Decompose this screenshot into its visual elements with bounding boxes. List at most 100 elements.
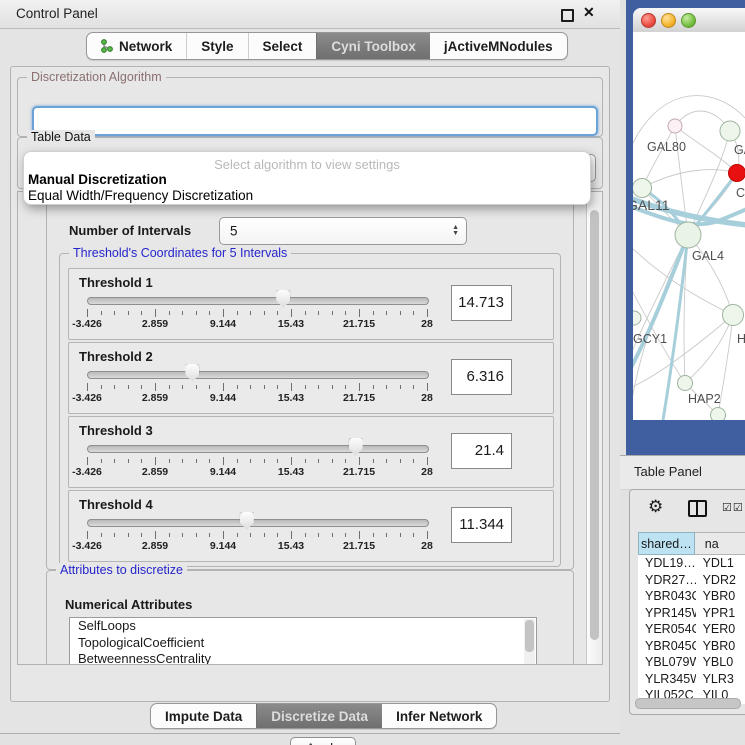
cell: YLR3 xyxy=(696,671,745,688)
slider-thumb[interactable] xyxy=(276,290,290,308)
mac-close-button-icon[interactable] xyxy=(641,13,656,28)
threshold-4-slider[interactable] xyxy=(87,519,429,527)
slider-ticks xyxy=(87,383,427,391)
control-panel-titlebar: Control Panel ✕ xyxy=(0,0,620,29)
cell: YDL19… xyxy=(638,555,696,572)
table-row[interactable]: YDL19… YDL1 xyxy=(638,555,745,572)
node-gcy1 xyxy=(633,311,641,325)
node-label-hap2: HAP2 xyxy=(688,392,721,406)
network-window-titlebar[interactable] xyxy=(633,8,745,33)
slider-thumb[interactable] xyxy=(185,364,199,382)
mac-zoom-button-icon[interactable] xyxy=(681,13,696,28)
cell: YBL079W xyxy=(638,654,696,671)
threshold-4-card: Threshold 4 -3.4262.8599.14415.4321.7152… xyxy=(68,490,554,562)
scrollbar-thumb[interactable] xyxy=(590,210,599,640)
tab-label: Network xyxy=(119,39,172,54)
spinner-arrows-icon: ▲▼ xyxy=(452,225,459,237)
dropdown-option-manual-discretization[interactable]: Manual Discretization xyxy=(28,172,167,187)
table-row[interactable]: YLR345W YLR3 xyxy=(638,671,745,688)
cell: YER0 xyxy=(696,621,745,638)
tab-jactivemnodules[interactable]: jActiveMNodules xyxy=(430,33,567,59)
close-icon[interactable]: ✕ xyxy=(583,4,595,21)
tab-discretize-data[interactable]: Discretize Data xyxy=(256,704,382,728)
tab-infer-network[interactable]: Infer Network xyxy=(382,704,496,728)
column-header-shared-name[interactable]: shared… xyxy=(638,532,695,555)
tab-style[interactable]: Style xyxy=(186,33,247,59)
scrollbar-thumb[interactable] xyxy=(525,620,534,652)
panel-title: Control Panel xyxy=(16,6,98,21)
list-scrollbar[interactable] xyxy=(524,619,535,665)
tab-label: Discretize Data xyxy=(271,709,368,724)
node-label-gcy1: GCY1 xyxy=(633,332,667,346)
threshold-3-card: Threshold 3 -3.4262.8599.14415.4321.7152… xyxy=(68,416,554,488)
cell: YDR27… xyxy=(638,572,696,589)
table-row[interactable]: YBL079W YBL0 xyxy=(638,654,745,671)
checkbox-filter-icons[interactable]: ☑☑ xyxy=(722,501,744,514)
list-item[interactable]: BetweennessCentrality xyxy=(70,651,536,665)
tab-select[interactable]: Select xyxy=(248,33,317,59)
attributes-group: Attributes to discretize Numerical Attri… xyxy=(46,570,574,665)
cell: YPR1 xyxy=(696,605,745,622)
network-icon xyxy=(101,39,113,53)
control-panel-tabbar: Network Style Select Cyni Toolbox jActiv… xyxy=(86,32,568,60)
table-panel: ⚙ ☑☑ shared… na YDL19… YDL1 YDR27… YDR2 … xyxy=(629,489,745,715)
table-row[interactable]: YPR145W YPR1 xyxy=(638,605,745,622)
mac-minimize-button-icon[interactable] xyxy=(661,13,676,28)
table-row[interactable]: YBR043C YBR0 xyxy=(638,588,745,605)
thresholds-group: Threshold's Coordinates for 5 Intervals … xyxy=(59,253,561,567)
threshold-4-value-field[interactable]: 11.344 xyxy=(451,507,512,543)
node-right-h xyxy=(723,305,744,326)
dropdown-hint-option[interactable]: Select algorithm to view settings xyxy=(24,157,590,172)
columns-icon[interactable] xyxy=(688,500,707,517)
cell: YDL1 xyxy=(696,555,745,572)
tab-network[interactable]: Network xyxy=(87,33,186,59)
table-row[interactable]: YDR27… YDR2 xyxy=(638,572,745,589)
slider-ticks xyxy=(87,457,427,465)
number-of-intervals-combobox[interactable]: 5 ▲▼ xyxy=(219,217,467,245)
cyni-settings-panel: Discretization Algorithm Select algorith… xyxy=(10,66,610,702)
table-row[interactable]: YBR045C YBR0 xyxy=(638,638,745,655)
slider-thumb[interactable] xyxy=(349,438,363,456)
apply-button[interactable]: Apply xyxy=(290,737,356,745)
interval-definition-group: Interval Definition Number of Intervals … xyxy=(46,200,574,570)
node-hap2 xyxy=(678,376,693,391)
list-item[interactable]: TopologicalCoefficient xyxy=(70,635,536,652)
cyni-bottom-tabbar: Impute Data Discretize Data Infer Networ… xyxy=(150,703,497,729)
node-bottom xyxy=(711,408,726,421)
node-label-hclip: H xyxy=(737,332,745,346)
gear-icon[interactable]: ⚙ xyxy=(648,497,663,517)
network-window-frame: GAL80 GA C GAL11 GAL4 GCY1 H HAP2 xyxy=(626,0,745,455)
threshold-2-value-field[interactable]: 6.316 xyxy=(451,359,512,395)
node-gal80 xyxy=(668,119,682,133)
tab-label: Style xyxy=(201,39,233,54)
scrollbar-thumb[interactable] xyxy=(635,698,741,709)
node-label-gal4: GAL4 xyxy=(692,249,724,263)
settings-vertical-scrollbar[interactable] xyxy=(586,192,602,664)
threshold-1-slider[interactable] xyxy=(87,297,429,305)
slider-tick-labels: -3.4262.8599.14415.4321.71528 xyxy=(87,466,427,478)
float-window-icon[interactable] xyxy=(561,9,574,22)
tab-cyni-toolbox[interactable]: Cyni Toolbox xyxy=(316,33,430,59)
settings-scrollpane: Interval Definition Number of Intervals … xyxy=(17,191,603,665)
combobox-value: 5 xyxy=(230,224,238,239)
network-canvas[interactable]: GAL80 GA C GAL11 GAL4 GCY1 H HAP2 xyxy=(633,32,745,420)
algorithm-combobox[interactable] xyxy=(32,106,598,136)
threshold-3-slider[interactable] xyxy=(87,445,429,453)
table-row[interactable]: YER054C YER0 xyxy=(638,621,745,638)
tab-label: jActiveMNodules xyxy=(444,39,553,54)
column-header-name[interactable]: na xyxy=(695,532,745,555)
threshold-3-value-field[interactable]: 21.4 xyxy=(451,433,512,469)
cell: YBR0 xyxy=(696,588,745,605)
slider-tick-labels: -3.4262.8599.14415.4321.71528 xyxy=(87,392,427,404)
node-top-right xyxy=(720,121,740,141)
threshold-1-value-field[interactable]: 14.713 xyxy=(451,285,512,321)
attributes-listbox[interactable]: SelfLoops TopologicalCoefficient Between… xyxy=(69,617,537,665)
node-attribute-table: shared… na YDL19… YDL1 YDR27… YDR2 YBR04… xyxy=(638,532,745,714)
slider-thumb[interactable] xyxy=(240,512,254,530)
table-horizontal-scrollbar[interactable] xyxy=(635,698,743,709)
slider-ticks xyxy=(87,531,427,539)
threshold-2-slider[interactable] xyxy=(87,371,429,379)
tab-impute-data[interactable]: Impute Data xyxy=(151,704,256,728)
list-item[interactable]: SelfLoops xyxy=(70,618,536,635)
dropdown-option-equal-width-frequency[interactable]: Equal Width/Frequency Discretization xyxy=(28,188,253,203)
